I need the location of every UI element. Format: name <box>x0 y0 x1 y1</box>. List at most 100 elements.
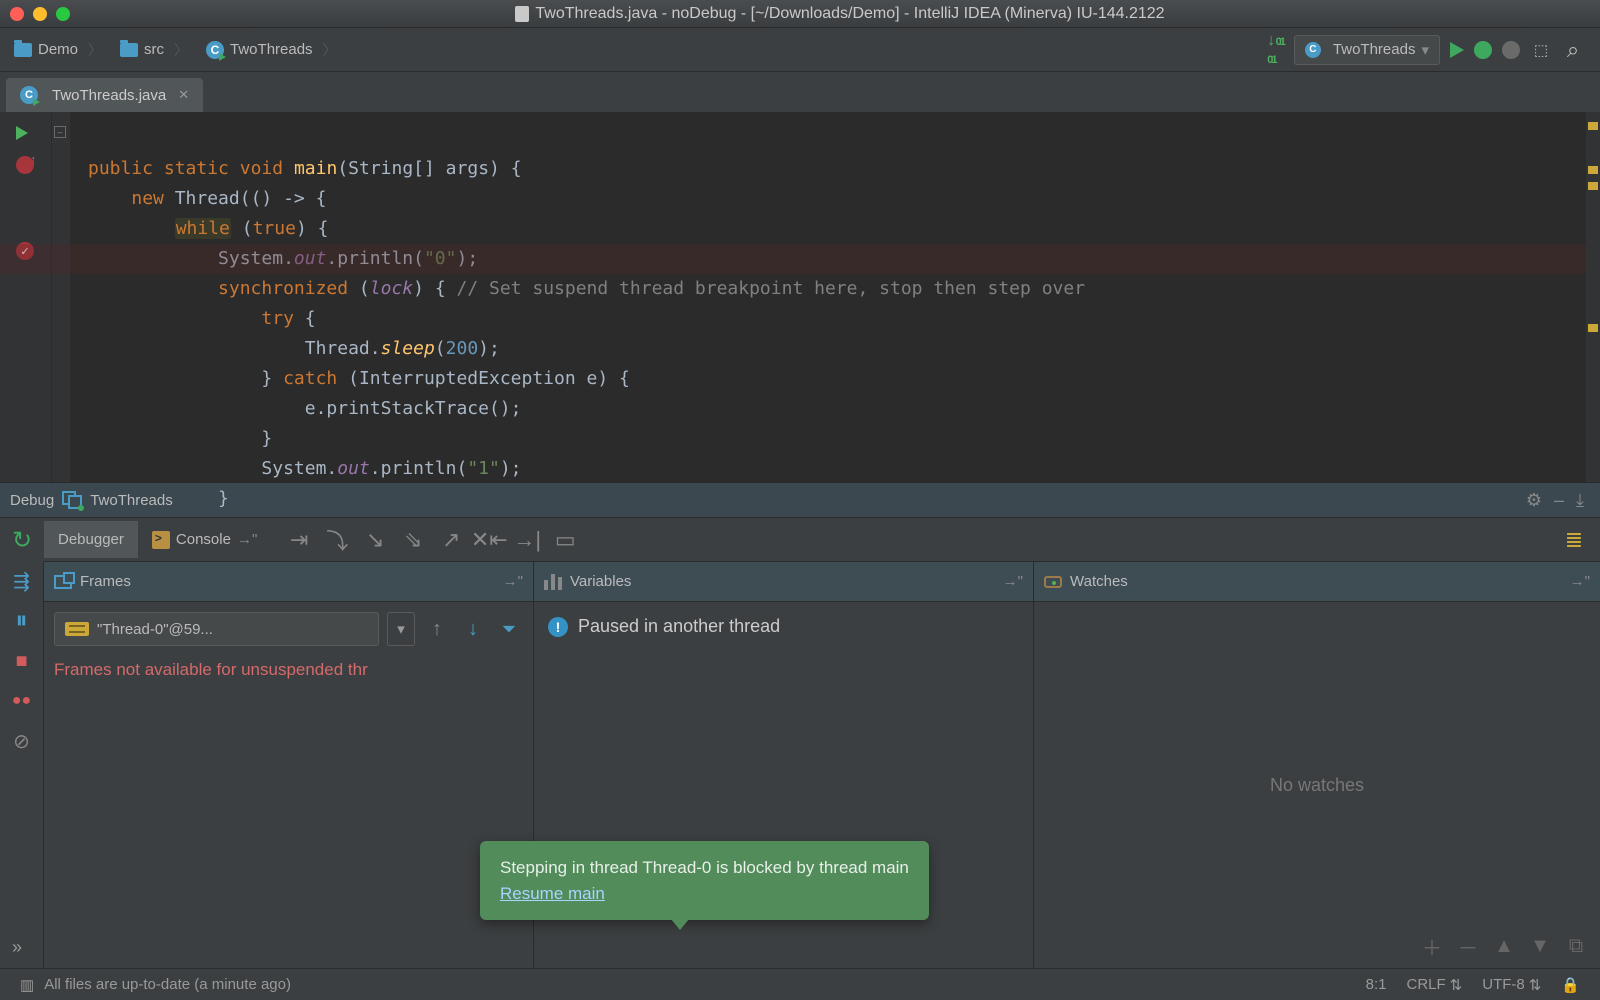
debug-session-icon <box>62 491 84 509</box>
pin-icon[interactable]: →" <box>1570 573 1590 590</box>
run-config-selector[interactable]: C TwoThreads ▾ <box>1294 35 1440 65</box>
hide-icon[interactable]: ⤓ <box>1576 490 1584 511</box>
thread-name: "Thread-0"@59... <box>97 621 213 638</box>
breadcrumb-class-label: TwoThreads <box>230 41 313 58</box>
step-out-button[interactable]: ↗ <box>435 524 467 556</box>
add-watch-button[interactable]: ＋ <box>1420 934 1444 958</box>
debug-toolwindow-title: Debug <box>10 492 54 509</box>
run-button[interactable] <box>1450 42 1464 58</box>
stripe-warning-mark[interactable] <box>1588 166 1598 174</box>
caret-position[interactable]: 8:1 <box>1366 976 1387 993</box>
thread-selector[interactable]: "Thread-0"@59... <box>54 612 379 646</box>
watches-body[interactable]: No watches <box>1034 602 1600 968</box>
status-bar: ▥ All files are up-to-date (a minute ago… <box>0 968 1600 1000</box>
breakpoint-disabled-icon[interactable] <box>16 156 34 174</box>
pause-button[interactable]: ⏸ <box>9 608 35 634</box>
watches-toolbar: ＋ － ▲ ▼ ⧉ <box>1420 934 1588 958</box>
close-window-button[interactable] <box>10 7 24 21</box>
minimize-icon[interactable]: – <box>1554 490 1564 511</box>
more-button[interactable]: » <box>12 937 22 958</box>
folder-icon <box>14 43 32 57</box>
move-up-button[interactable]: ▲ <box>1492 934 1516 958</box>
build-icon[interactable]: ↓ 0101 <box>1267 32 1284 68</box>
filter-frames-button[interactable]: ⏷ <box>495 612 523 646</box>
status-message: All files are up-to-date (a minute ago) <box>44 976 291 993</box>
pin-icon[interactable]: →" <box>503 573 523 590</box>
chevron-down-icon: ▾ <box>1421 41 1429 59</box>
toolwindow-button[interactable]: ▥ <box>20 976 34 994</box>
tab-console[interactable]: Console →" <box>138 521 271 559</box>
close-tab-icon[interactable]: ✕ <box>178 87 189 103</box>
stripe-warning-mark[interactable] <box>1588 182 1598 190</box>
breadcrumb-class[interactable]: C TwoThreads <box>200 32 349 68</box>
show-execution-point-button[interactable]: ⇥ <box>283 524 315 556</box>
frames-unavailable-message: Frames not available for unsuspended thr <box>54 656 523 680</box>
breadcrumb-project[interactable]: Demo <box>8 32 114 68</box>
pin-icon[interactable]: →" <box>1003 573 1023 590</box>
tab-console-label: Console <box>176 531 231 548</box>
watches-panel: Watches →" No watches ＋ － ▲ ▼ ⧉ <box>1034 562 1600 968</box>
mute-breakpoints-button[interactable]: ⊘ <box>9 728 35 754</box>
fold-toggle-icon[interactable]: – <box>54 126 66 138</box>
search-icon[interactable]: ⌕ <box>1562 39 1584 61</box>
debug-toolwindow-header[interactable]: Debug TwoThreads ⚙ – ⤓ <box>0 482 1600 518</box>
remove-watch-button[interactable]: － <box>1456 934 1480 958</box>
class-icon: C <box>206 41 224 59</box>
drop-frame-button[interactable]: ✕⇤ <box>473 524 505 556</box>
zoom-window-button[interactable] <box>56 7 70 21</box>
run-line-icon[interactable] <box>16 126 28 140</box>
run-to-cursor-button[interactable]: →| <box>511 524 543 556</box>
pin-icon: →" <box>237 531 257 548</box>
step-toolbar: ⇥ ⤵ ↘ ⇘ ↗ ✕⇤ →| ▭ <box>283 524 581 556</box>
debug-side-toolbar: ⇶ ⏸ ■ ●● ⊘ <box>0 562 44 968</box>
watches-title: Watches <box>1070 573 1128 590</box>
line-separator-selector[interactable]: CRLF ⇅ <box>1406 976 1462 994</box>
frames-header[interactable]: Frames →" <box>44 562 533 602</box>
blocking-thread-tooltip: Stepping in thread Thread-0 is blocked b… <box>480 841 929 920</box>
evaluate-button[interactable]: ▭ <box>549 524 581 556</box>
rerun-button[interactable]: ↻ <box>9 528 35 554</box>
resume-all-button[interactable]: ⇶ <box>9 568 35 594</box>
watches-header[interactable]: Watches →" <box>1034 562 1600 602</box>
thread-dropdown-button[interactable]: ▾ <box>387 612 415 646</box>
editor-tabs: C TwoThreads.java ✕ <box>0 72 1600 112</box>
thread-dump-button[interactable]: ≣ <box>1558 524 1590 556</box>
readonly-toggle[interactable]: 🔒 <box>1561 976 1580 994</box>
minimize-window-button[interactable] <box>33 7 47 21</box>
window-title-text: TwoThreads.java - noDebug - [~/Downloads… <box>535 5 1164 23</box>
class-icon: C <box>20 86 38 104</box>
thread-icon <box>65 622 89 636</box>
debug-coverage-button[interactable] <box>1502 41 1520 59</box>
window-controls <box>10 7 70 21</box>
class-icon: C <box>1305 42 1321 58</box>
stripe-warning-mark[interactable] <box>1588 122 1598 130</box>
gutter[interactable]: ✓ <box>0 112 52 482</box>
editor-tab[interactable]: C TwoThreads.java ✕ <box>6 78 203 112</box>
move-down-button[interactable]: ▼ <box>1528 934 1552 958</box>
variables-header[interactable]: Variables →" <box>534 562 1033 602</box>
view-breakpoints-button[interactable]: ●● <box>9 688 35 714</box>
stop-button[interactable]: ■ <box>9 648 35 674</box>
frames-icon <box>54 575 72 589</box>
folder-icon <box>120 43 138 57</box>
error-stripe[interactable] <box>1586 112 1600 482</box>
encoding-selector[interactable]: UTF-8 ⇅ <box>1482 976 1541 994</box>
prev-frame-button[interactable]: ↑ <box>423 612 451 646</box>
editor-content[interactable]: public static void main(String[] args) {… <box>70 112 1600 482</box>
copy-watch-button[interactable]: ⧉ <box>1564 934 1588 958</box>
gear-icon[interactable]: ⚙ <box>1526 490 1542 511</box>
fold-column[interactable]: – <box>52 112 70 482</box>
code-editor[interactable]: ✓ – public static void main(String[] arg… <box>0 112 1600 482</box>
project-structure-button[interactable]: ⬚ <box>1530 39 1552 61</box>
step-into-button[interactable]: ↘ <box>359 524 391 556</box>
tooltip-message: Stepping in thread Thread-0 is blocked b… <box>500 855 909 881</box>
resume-main-link[interactable]: Resume main <box>500 884 605 903</box>
frames-title: Frames <box>80 573 131 590</box>
force-step-into-button[interactable]: ⇘ <box>397 524 429 556</box>
debug-button[interactable] <box>1474 41 1492 59</box>
frames-body: "Thread-0"@59... ▾ ↑ ↓ ⏷ Frames not avai… <box>44 602 533 968</box>
stripe-warning-mark[interactable] <box>1588 324 1598 332</box>
step-over-button[interactable]: ⤵ <box>321 524 353 556</box>
next-frame-button[interactable]: ↓ <box>459 612 487 646</box>
breadcrumb-src[interactable]: src <box>114 32 200 68</box>
